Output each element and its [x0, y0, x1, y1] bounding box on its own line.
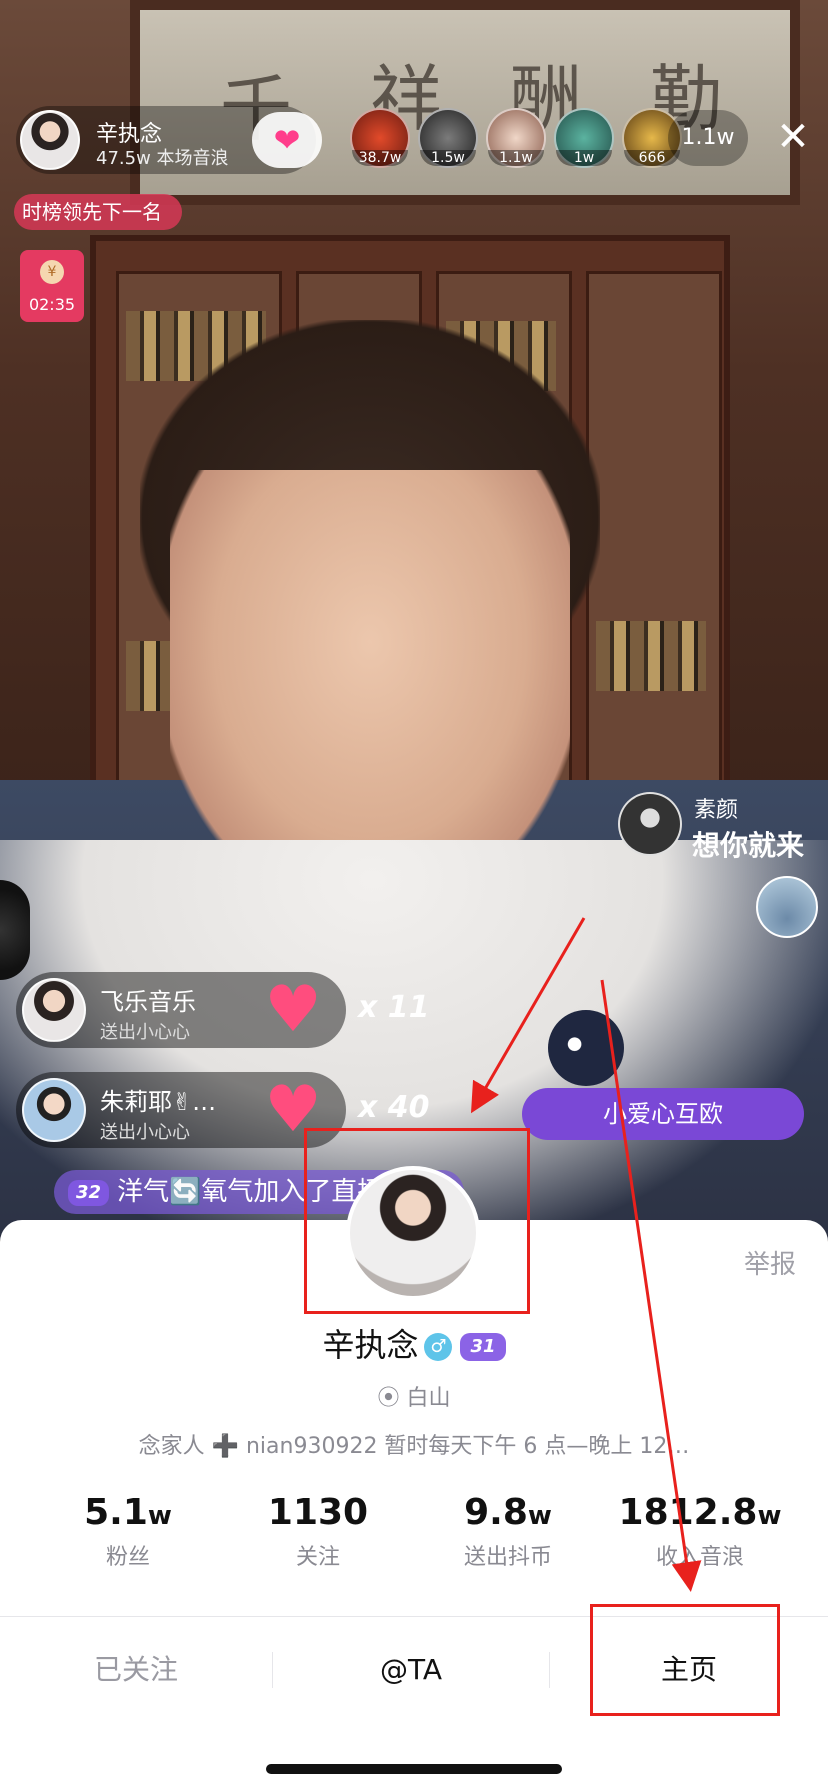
annotation-arrows	[470, 917, 702, 1592]
